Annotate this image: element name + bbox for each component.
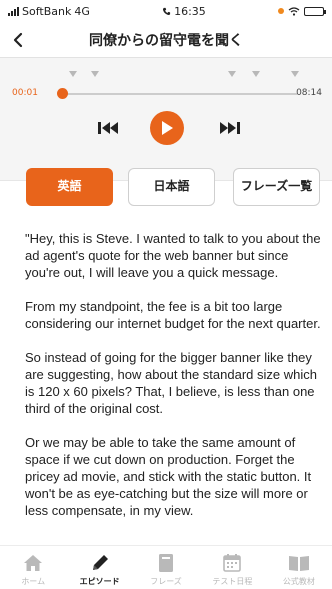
tabbar-item-episode[interactable]: エピソード: [66, 546, 132, 589]
marker-icon: [91, 71, 99, 77]
signal-icon: [8, 6, 19, 16]
marker-icon: [252, 71, 260, 77]
status-bar: SoftBank 4G 16:35: [0, 0, 332, 22]
bottom-tab-bar: ホーム エピソード フレーズ テスト日程 公式教材: [0, 545, 332, 589]
home-icon: [22, 552, 44, 574]
current-time: 00:01: [12, 88, 38, 98]
page-title: 同僚からの留守電を聞く: [89, 32, 243, 49]
battery-icon: [303, 6, 326, 16]
audio-player: 00:01 08:14: [0, 58, 332, 181]
tab-phrase-list[interactable]: フレーズ一覧: [233, 168, 320, 206]
marker-icon: [69, 71, 77, 77]
carrier-name: SoftBank: [22, 4, 72, 18]
tabbar-label: フレーズ: [150, 577, 182, 586]
bookmark-markers: [0, 71, 332, 79]
tabbar-item-official-material[interactable]: 公式教材: [266, 546, 332, 589]
seek-bar[interactable]: [60, 93, 297, 95]
tabbar-label: 公式教材: [282, 577, 315, 586]
status-center: 16:35: [162, 5, 206, 18]
status-right: [277, 6, 326, 16]
tabbar-label: エピソード: [79, 577, 120, 586]
skip-previous-icon: [98, 122, 118, 134]
transcript-paragraph: Or we may be able to take the same amoun…: [25, 435, 312, 518]
mic-in-use-icon: [277, 8, 284, 14]
playback-controls: [0, 111, 332, 145]
tabbar-item-phrase[interactable]: フレーズ: [133, 546, 199, 589]
tab-japanese[interactable]: 日本語: [128, 168, 215, 206]
transcript-paragraph: "Hey, this is Steve. I wanted to talk to…: [25, 231, 321, 280]
chevron-left-icon: [13, 32, 23, 48]
network-type: 4G: [74, 4, 90, 18]
play-icon: [162, 121, 173, 135]
calendar-icon: [221, 552, 243, 574]
transcript-paragraph: From my standpoint, the fee is a bit too…: [25, 299, 321, 331]
transcript: "Hey, this is Steve. I wanted to talk to…: [25, 230, 321, 536]
transcript-paragraph: So instead of going for the bigger banne…: [25, 350, 317, 416]
marker-icon: [291, 71, 299, 77]
next-button[interactable]: [218, 119, 242, 137]
back-button[interactable]: [6, 28, 30, 52]
previous-button[interactable]: [96, 119, 120, 137]
language-tabs: 英語 日本語 フレーズ一覧: [0, 168, 332, 206]
nav-bar: 同僚からの留守電を聞く: [0, 22, 332, 58]
pen-icon: [89, 552, 111, 574]
tabbar-item-home[interactable]: ホーム: [0, 546, 66, 589]
card-icon: [155, 552, 177, 574]
marker-icon: [228, 71, 236, 77]
phone-icon: [163, 7, 171, 15]
play-button[interactable]: [150, 111, 184, 145]
tabbar-item-test-schedule[interactable]: テスト日程: [199, 546, 265, 589]
status-left: SoftBank 4G: [8, 5, 90, 18]
duration-time: 08:14: [296, 88, 322, 98]
tabbar-label: テスト日程: [212, 577, 253, 586]
tabbar-label: ホーム: [21, 577, 46, 586]
wifi-icon: [288, 6, 300, 16]
tab-english[interactable]: 英語: [26, 168, 113, 206]
seek-knob[interactable]: [57, 88, 68, 99]
book-icon: [288, 552, 310, 574]
status-time: 16:35: [174, 4, 206, 18]
skip-next-icon: [220, 122, 240, 134]
